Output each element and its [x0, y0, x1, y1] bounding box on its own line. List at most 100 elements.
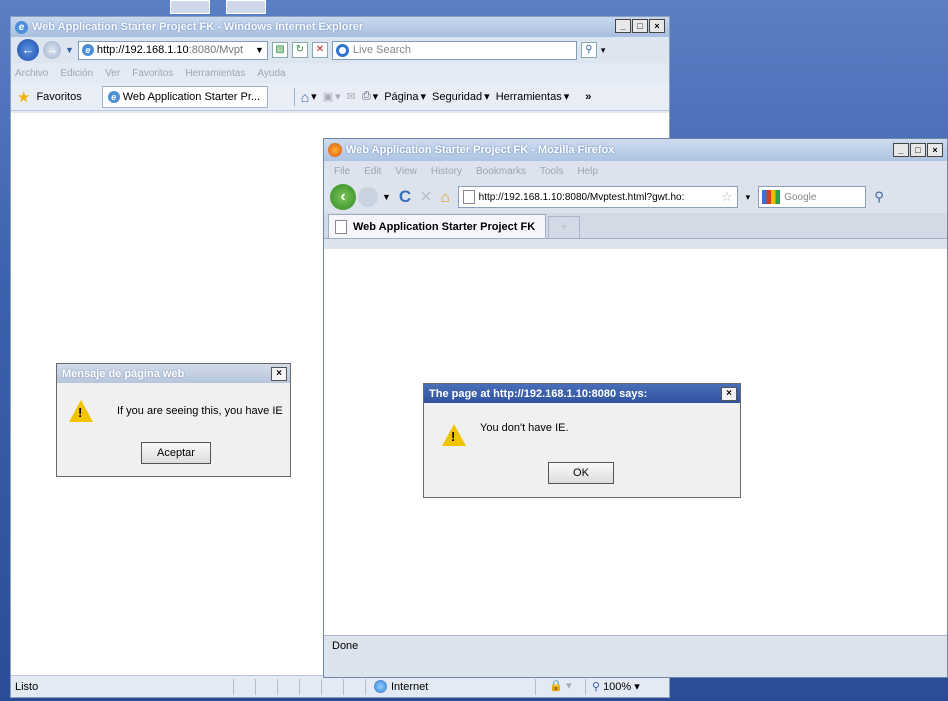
globe-icon [374, 680, 387, 693]
menu-edicion[interactable]: Edición [60, 68, 93, 79]
firefox-logo-icon [328, 143, 342, 157]
address-host: http://192.168.1.10 [96, 44, 189, 56]
menu-edit[interactable]: Edit [364, 166, 381, 177]
forward-button[interactable] [358, 187, 378, 207]
home-button[interactable]: ⌂ ▾ [301, 89, 317, 105]
feeds-button[interactable]: ▣ ▾ [323, 90, 341, 103]
minimize-icon[interactable]: _ [615, 19, 631, 33]
menu-bookmarks[interactable]: Bookmarks [476, 166, 526, 177]
mail-button[interactable]: ✉ [347, 90, 356, 103]
page-favicon-icon [462, 190, 475, 204]
menu-help[interactable]: Help [577, 166, 598, 177]
close-icon[interactable]: × [721, 386, 737, 401]
chevron-right-icon[interactable]: » [585, 91, 591, 103]
page-menu-button[interactable]: Página ▾ [384, 90, 426, 104]
ff-titlebar[interactable]: Web Application Starter Project FK - Moz… [324, 139, 947, 161]
menu-archivo[interactable]: Archivo [15, 68, 48, 79]
history-dropdown-icon[interactable]: ▼ [65, 45, 74, 55]
aceptar-button[interactable]: Aceptar [141, 442, 211, 464]
ff-menu-bar: File Edit View History Bookmarks Tools H… [324, 161, 947, 181]
separator [293, 87, 295, 106]
ff-navigation-toolbar: ‹ ▼ C ✕ ⌂ http://192.168.1.10:8080/Mvpte… [324, 181, 947, 213]
mail-icon: ✉ [346, 91, 356, 103]
ie-address-bar[interactable]: e http://192.168.1.10:8080/Mvpt ▼ [77, 40, 268, 60]
address-rest: :8080/Mvpt [188, 44, 244, 56]
live-search-icon [335, 43, 349, 57]
ie-status-text: Listo [15, 680, 39, 693]
forward-button[interactable]: → [43, 41, 61, 59]
desktop-icon[interactable] [170, 0, 210, 14]
security-menu-button[interactable]: Seguridad ▾ [432, 90, 490, 104]
print-button[interactable]: ⎙ ▾ [362, 90, 378, 103]
search-icon[interactable]: ⚲ [580, 42, 597, 58]
back-button[interactable]: ← [17, 39, 39, 61]
menu-ver[interactable]: Ver [105, 68, 120, 79]
menu-herramientas[interactable]: Herramientas [185, 68, 245, 79]
ff-status-bar: Done [324, 635, 947, 657]
maximize-icon[interactable]: □ [632, 19, 648, 33]
favorites-button[interactable]: Favoritos [36, 91, 81, 103]
google-icon [762, 190, 781, 204]
zoom-icon: ⚲ [592, 681, 601, 693]
security-menu-label: Seguridad [432, 90, 483, 103]
ff-tab[interactable]: Web Application Starter Project FK [328, 214, 546, 238]
ie-menu-bar: Archivo Edición Ver Favoritos Herramient… [11, 63, 669, 83]
minimize-icon[interactable]: _ [893, 143, 909, 157]
ff-alert-titlebar[interactable]: The page at http://192.168.1.10:8080 say… [424, 384, 740, 403]
ie-titlebar[interactable]: e Web Application Starter Project FK - W… [11, 17, 669, 37]
ok-button[interactable]: OK [548, 462, 614, 484]
zone-label: Internet [391, 680, 429, 693]
favorites-star-icon: ★ [17, 88, 31, 106]
ie-tab[interactable]: e Web Application Starter Pr... [101, 85, 268, 108]
ff-alert-title: The page at http://192.168.1.10:8080 say… [429, 387, 648, 400]
close-icon[interactable]: × [927, 143, 943, 157]
stop-icon[interactable]: ✕ [311, 42, 328, 58]
new-tab-button[interactable]: + [548, 216, 580, 238]
close-icon[interactable]: × [649, 19, 665, 33]
search-options-icon[interactable]: ▾ [601, 45, 606, 56]
status-cell [299, 678, 321, 695]
zoom-dropdown-icon: ▾ [634, 681, 640, 693]
address-dropdown-icon[interactable]: ▼ [255, 45, 264, 55]
ff-url-bar[interactable]: http://192.168.1.10:8080/Mvptest.html?gw… [457, 186, 738, 208]
status-cell [233, 678, 255, 695]
maximize-icon[interactable]: □ [910, 143, 926, 157]
menu-favoritos[interactable]: Favoritos [132, 68, 173, 79]
menu-tools[interactable]: Tools [540, 166, 563, 177]
menu-ayuda[interactable]: Ayuda [257, 68, 285, 79]
ie-alert-titlebar[interactable]: Mensaje de página web × [57, 364, 290, 383]
search-placeholder: Live Search [352, 44, 412, 56]
ie-logo-icon: e [15, 20, 28, 34]
search-icon[interactable]: ⚲ [874, 189, 884, 205]
bookmark-star-icon[interactable]: ☆ [721, 189, 733, 205]
page-menu-label: Página [384, 90, 419, 103]
reload-icon[interactable]: C [399, 187, 411, 207]
home-icon[interactable]: ⌂ [441, 189, 450, 206]
ff-search-box[interactable]: Google [758, 186, 867, 208]
ie-tab-label: Web Application Starter Pr... [122, 90, 261, 103]
refresh-icon[interactable]: ↻ [291, 42, 308, 58]
zoom-control[interactable]: ⚲ 100% ▾ [585, 678, 665, 695]
compatibility-icon[interactable]: ▧ [271, 42, 288, 58]
desktop: { "ie": { "title": "Web Application Star… [0, 0, 948, 701]
ie-window-controls: _ □ × [615, 19, 665, 33]
ie-alert-dialog: Mensaje de página web × ! If you are see… [56, 363, 291, 477]
stop-icon[interactable]: ✕ [419, 187, 432, 207]
status-cell [321, 678, 343, 695]
close-icon[interactable]: × [271, 366, 287, 381]
ff-alert-message: You don't have IE. [480, 422, 569, 434]
zone-cell[interactable]: Internet [365, 678, 535, 695]
tools-menu-label: Herramientas [495, 90, 562, 103]
protected-mode-cell[interactable]: 🔒 ▾ [535, 678, 585, 695]
menu-view[interactable]: View [395, 166, 417, 177]
history-dropdown-icon[interactable]: ▼ [382, 192, 391, 202]
ie-alert-message: If you are seeing this, you have IE [117, 405, 283, 417]
ff-alert-dialog: The page at http://192.168.1.10:8080 say… [423, 383, 741, 498]
url-dropdown-icon[interactable]: ▾ [746, 192, 751, 203]
ie-search-box[interactable]: Live Search [331, 40, 577, 60]
tools-menu-button[interactable]: Herramientas ▾ [495, 90, 570, 104]
menu-history[interactable]: History [431, 166, 462, 177]
desktop-icon[interactable] [226, 0, 266, 14]
back-button[interactable]: ‹ [330, 184, 356, 210]
menu-file[interactable]: File [334, 166, 350, 177]
